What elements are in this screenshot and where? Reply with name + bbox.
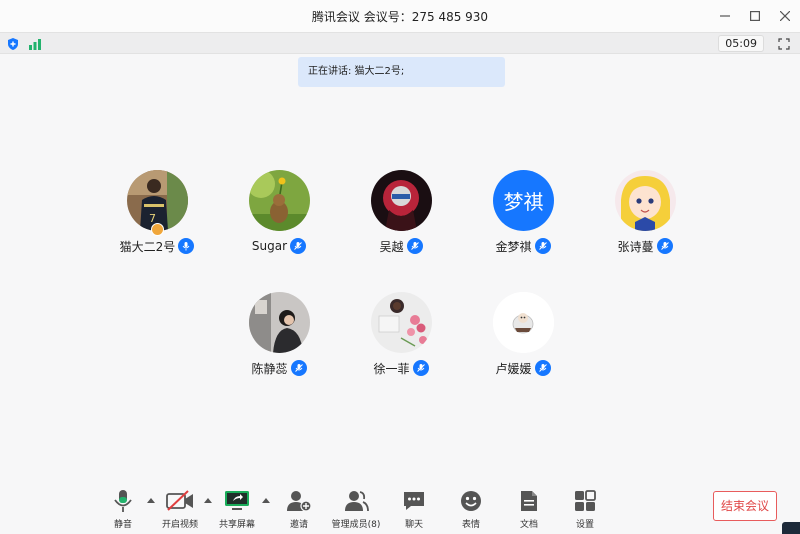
participant-tile[interactable]: 7 猫大二2号 <box>97 170 217 270</box>
maximize-icon[interactable] <box>740 0 770 32</box>
avatar <box>371 170 432 231</box>
avatar <box>249 170 310 231</box>
invite-label: 邀请 <box>289 520 308 530</box>
members-icon <box>341 488 371 514</box>
window-title: 腾讯会议 会议号：275 485 930 <box>311 9 489 24</box>
speaking-banner: 正在讲话: 猫大二2号; <box>298 57 505 87</box>
docs-label: 文档 <box>519 520 538 530</box>
status-bar: 05:09 <box>0 32 800 54</box>
avatar-initials: 梦祺 <box>503 190 544 214</box>
document-icon <box>514 488 544 514</box>
smiley-icon <box>456 488 486 514</box>
manage-members-button[interactable]: 管理成员(8) <box>328 488 384 532</box>
mic-muted-icon <box>406 238 423 254</box>
avatar <box>371 292 432 353</box>
participant-tile[interactable]: 梦祺 金梦祺 <box>463 170 583 270</box>
participant-name: 卢媛媛 <box>495 361 532 376</box>
emoji-button[interactable]: 表情 <box>443 488 499 532</box>
signal-bars-icon[interactable] <box>27 36 43 52</box>
chat-bubble-icon <box>399 488 429 514</box>
share-screen-icon <box>222 488 252 514</box>
participant-tile[interactable]: 徐一菲 <box>341 292 461 392</box>
add-person-icon <box>284 488 314 514</box>
avatar: 梦祺 <box>493 170 554 231</box>
mute-label: 静音 <box>113 520 132 530</box>
chat-label: 聊天 <box>404 520 423 530</box>
participant-tile[interactable]: 吴越 <box>341 170 461 270</box>
mute-button[interactable]: 静音 <box>95 488 151 532</box>
participant-name: 陈静蕊 <box>251 361 288 376</box>
host-badge <box>151 223 164 236</box>
video-label: 开启视频 <box>161 520 198 530</box>
emoji-label: 表情 <box>461 520 480 530</box>
participant-name: Sugar <box>251 239 288 253</box>
start-video-button[interactable]: 开启视频 <box>152 488 208 532</box>
avatar <box>615 170 676 231</box>
mic-active-icon <box>178 238 195 254</box>
participant-tile[interactable]: Sugar <box>219 170 339 270</box>
documents-button[interactable]: 文档 <box>501 488 557 532</box>
corner-widget <box>782 522 800 534</box>
share-options-caret-icon[interactable] <box>261 496 271 504</box>
mic-muted-icon <box>534 360 551 376</box>
title-bar: 腾讯会议 会议号：275 485 930 <box>0 0 800 32</box>
end-meeting-button[interactable]: 结束会议 <box>713 491 777 521</box>
participant-name: 张诗蔓 <box>617 239 654 254</box>
share-screen-button[interactable]: 共享屏幕 <box>209 488 265 532</box>
mic-muted-icon <box>656 238 673 254</box>
participant-name: 金梦祺 <box>495 239 532 254</box>
avatar: 7 <box>127 170 188 231</box>
microphone-icon <box>108 488 138 514</box>
members-label: 管理成员(8) <box>331 520 381 530</box>
mic-muted-icon <box>412 360 429 376</box>
settings-button[interactable]: 设置 <box>557 488 613 532</box>
window-controls <box>710 0 800 32</box>
participant-tile[interactable]: 张诗蔓 <box>585 170 705 270</box>
minimize-icon[interactable] <box>710 0 740 32</box>
participant-tile[interactable]: 卢媛媛 <box>463 292 583 392</box>
chat-button[interactable]: 聊天 <box>386 488 442 532</box>
mic-muted-icon <box>534 238 551 254</box>
close-icon[interactable] <box>770 0 800 32</box>
settings-label: 设置 <box>575 520 594 530</box>
avatar <box>249 292 310 353</box>
video-off-icon <box>165 488 195 514</box>
share-label: 共享屏幕 <box>218 520 255 530</box>
participant-tile[interactable]: 陈静蕊 <box>219 292 339 392</box>
participant-name: 徐一菲 <box>373 361 410 376</box>
shield-icon[interactable] <box>5 36 21 52</box>
participant-name: 吴越 <box>379 239 404 254</box>
participant-name: 猫大二2号 <box>119 239 176 254</box>
meeting-timer: 05:09 <box>718 35 764 52</box>
mic-muted-icon <box>290 238 307 254</box>
invite-button[interactable]: 邀请 <box>271 488 327 532</box>
avatar <box>493 292 554 353</box>
mic-muted-icon <box>290 360 307 376</box>
fullscreen-icon[interactable] <box>776 36 792 52</box>
apps-grid-icon <box>570 488 600 514</box>
